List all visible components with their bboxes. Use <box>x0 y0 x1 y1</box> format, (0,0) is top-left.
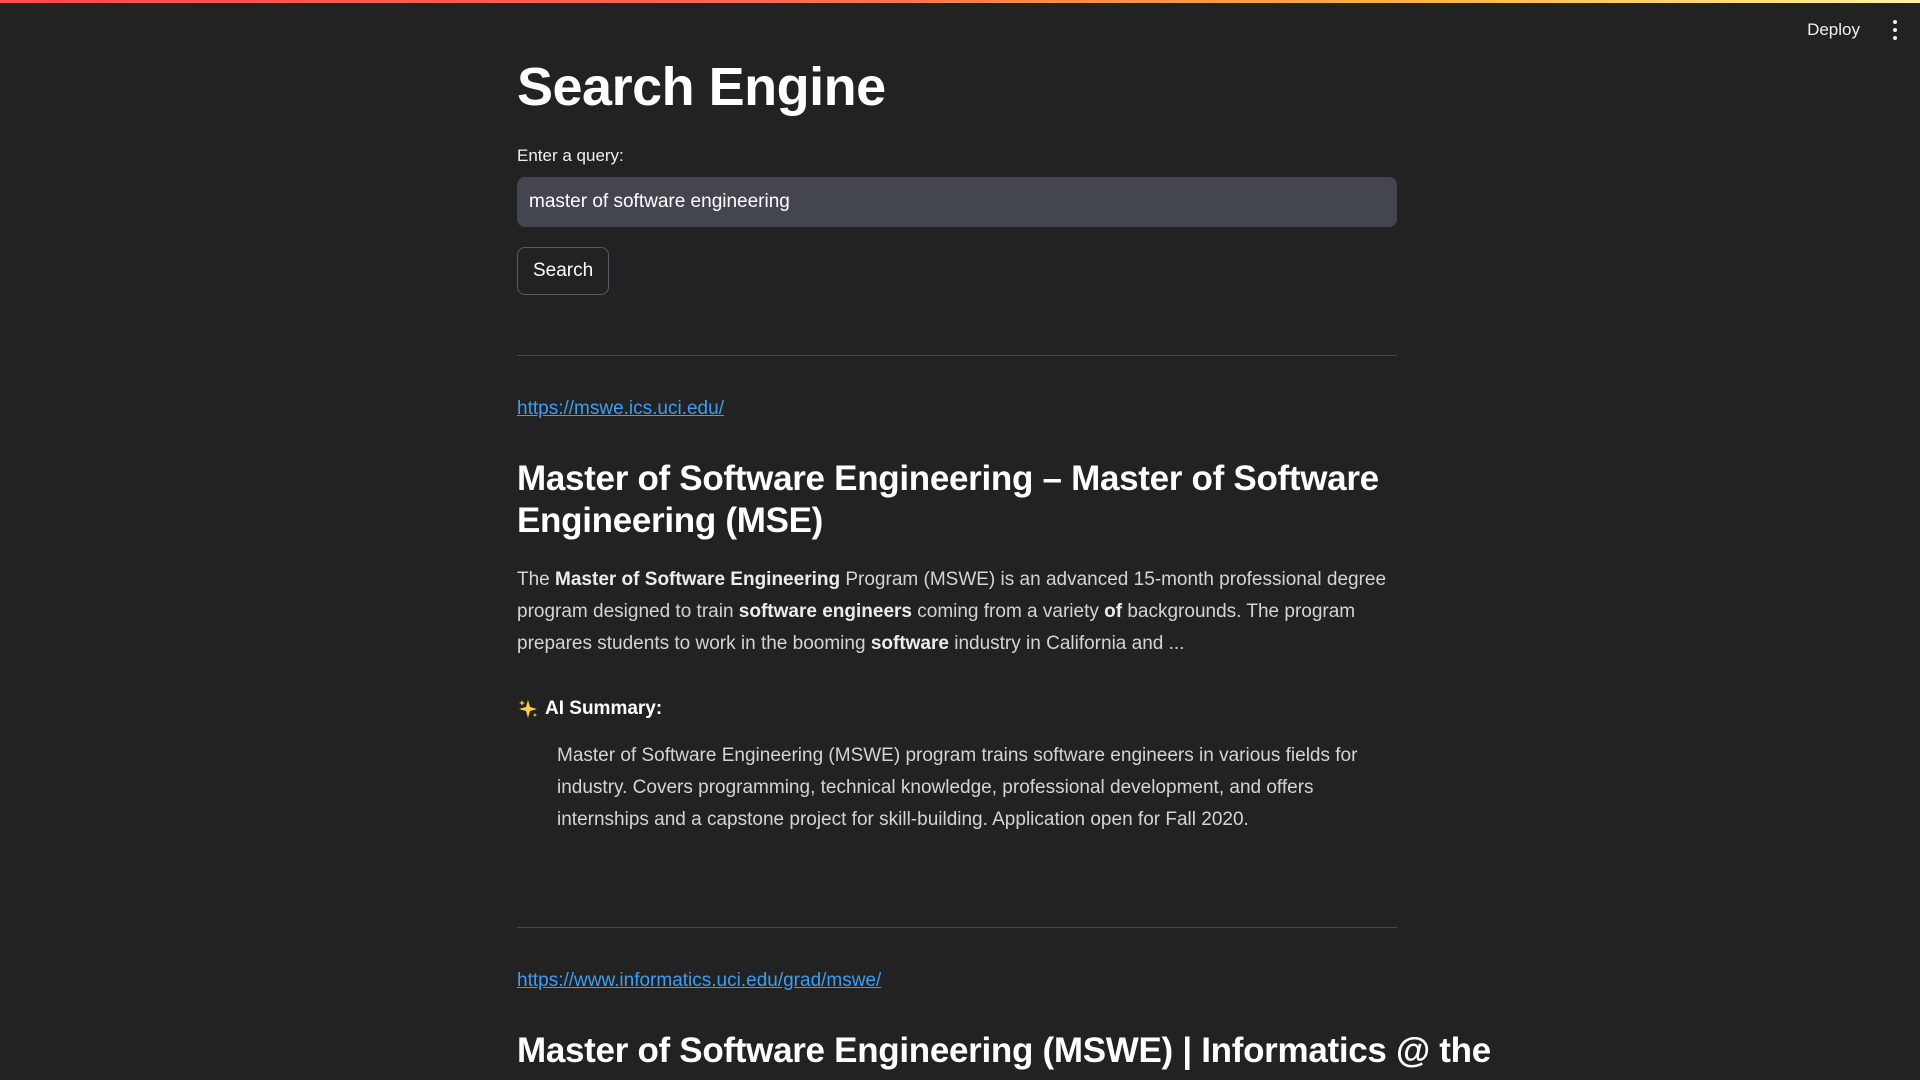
ai-summary-text: Master of Software Engineering (MSWE) pr… <box>557 745 1358 830</box>
ai-summary-header: AI Summary: <box>517 698 1397 720</box>
snippet-highlight: of <box>1104 601 1123 622</box>
query-label: Enter a query: <box>517 146 624 165</box>
snippet-highlight: software engineers <box>738 601 912 622</box>
search-button[interactable]: Search <box>517 247 610 295</box>
search-result: https://mswe.ics.uci.edu/ Master of Soft… <box>517 398 1397 836</box>
result-snippet: The Master of Software Engineering Progr… <box>517 564 1397 660</box>
snippet-highlight: Master of Software Engineering <box>555 569 841 590</box>
result-url-link[interactable]: https://www.informatics.uci.edu/grad/msw… <box>517 970 881 992</box>
app-header: Deploy <box>1797 0 1920 60</box>
result-title: Master of Software Engineering (MSWE) | … <box>517 1031 1491 1070</box>
page-title: Search Engine <box>517 57 886 117</box>
snippet-text: industry in California and ... <box>948 633 1185 654</box>
deploy-button[interactable]: Deploy <box>1797 14 1870 46</box>
snippet-text: coming from a variety <box>911 601 1105 622</box>
snippet-text: The <box>517 569 556 590</box>
query-input[interactable] <box>517 177 1397 227</box>
sparkles-icon <box>517 698 539 720</box>
top-accent-stripe <box>0 0 1920 3</box>
result-url-link[interactable]: https://mswe.ics.uci.edu/ <box>517 398 724 420</box>
search-result: https://www.informatics.uci.edu/grad/msw… <box>517 970 1491 1072</box>
result-title: Master of Software Engineering – Master … <box>517 459 1379 540</box>
snippet-highlight: software <box>870 633 949 654</box>
ai-summary-label: AI Summary: <box>545 698 663 719</box>
divider <box>517 927 1397 928</box>
divider <box>517 355 1397 356</box>
vertical-ellipsis-icon[interactable] <box>1888 19 1902 41</box>
